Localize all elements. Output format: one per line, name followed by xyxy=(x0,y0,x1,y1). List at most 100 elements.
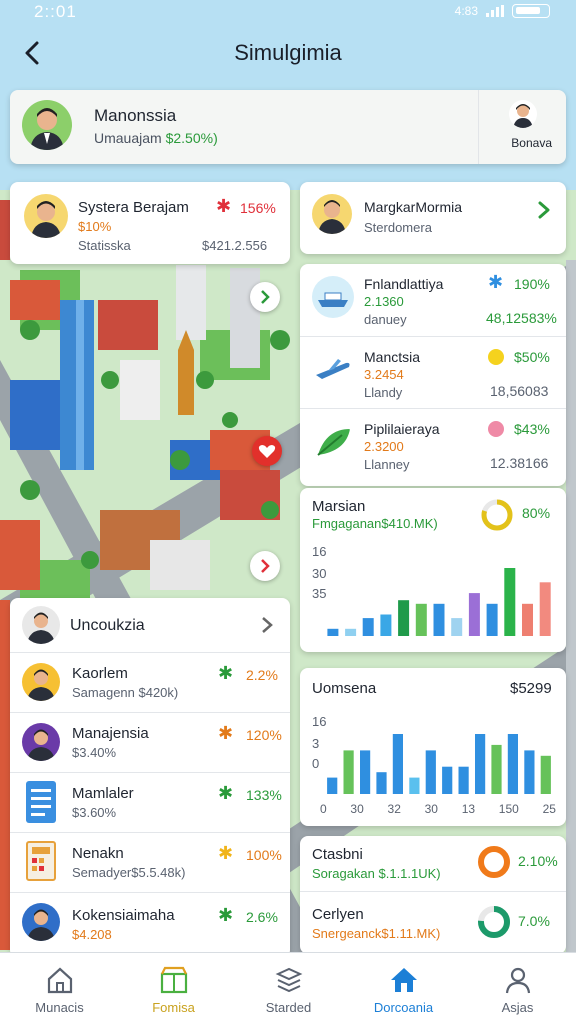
market-title: MargkarMormia xyxy=(364,199,463,215)
assets-card: Fnlandlattiya 2.1360 danuey ✱ 190% 48,12… xyxy=(300,264,566,486)
star-icon: ✱ xyxy=(488,272,504,292)
nav-item-profile[interactable]: Asjas xyxy=(460,953,575,1024)
chart-bar xyxy=(376,772,387,794)
x-tick-label: 32 xyxy=(387,802,401,816)
x-tick-label: 30 xyxy=(424,802,438,816)
side-avatar xyxy=(509,100,537,128)
asset-row[interactable]: Manctsia 3.2454 Llandy $50% 18,56083 xyxy=(300,336,566,408)
ring-row[interactable]: Cerlyen Snergeanck$1.11.MK) 7.0% xyxy=(300,892,566,954)
chart-bar xyxy=(475,734,486,794)
person-icon xyxy=(318,200,346,234)
progress-ring-icon xyxy=(481,499,513,531)
ring-value: 2.10% xyxy=(518,853,558,869)
ring-row[interactable]: Ctasbni Soragakan $.1.1.1UK) 2.10% xyxy=(300,836,566,892)
asset-row[interactable]: Piplilaieraya 2.3200 Llanney $43% 12.381… xyxy=(300,408,566,480)
heart-icon xyxy=(258,445,276,458)
ship-icon xyxy=(312,276,354,318)
list-item-name: Nenakn xyxy=(72,845,124,862)
profile-avatar xyxy=(22,100,72,150)
signal-icon xyxy=(486,5,504,17)
network-label: 4:83 xyxy=(454,4,478,18)
chart-title: Marsian xyxy=(312,498,366,515)
ring-sub: Soragakan $.1.1.1UK) xyxy=(312,866,441,881)
chart-bar xyxy=(360,750,371,794)
chart-bars xyxy=(327,568,551,636)
map-forward-button[interactable] xyxy=(250,551,280,581)
asset-amount: 12.38166 xyxy=(490,455,549,471)
profile-side-panel[interactable]: Bonava xyxy=(478,90,566,164)
chart-bars xyxy=(327,734,551,794)
profile-sub-label: Umauajam xyxy=(94,130,166,146)
star-icon: ✱ xyxy=(218,723,234,743)
list-item[interactable]: Kokensiaimaha $4.208 ✱ 2.6% xyxy=(10,892,290,952)
list-item[interactable]: Mamlaler $3.60% ✱ 133% xyxy=(10,772,290,832)
list-item[interactable]: Nenakn Semadyer$5.5.48k) ✱ 100% xyxy=(10,832,290,892)
leaf-icon xyxy=(312,421,354,463)
chart-bar xyxy=(343,750,354,794)
list-item-sub: Semadyer$5.5.48k) xyxy=(72,865,186,880)
list-title: Uncoukzia xyxy=(70,617,145,634)
chevron-right-icon xyxy=(262,617,273,633)
chart-bar xyxy=(433,603,445,636)
y-tick-label: 0 xyxy=(312,756,320,771)
profile-card[interactable]: Manonssia Umauajam $2.50%) Bonava xyxy=(10,90,566,164)
star-icon: ✱ xyxy=(218,905,234,925)
plane-icon xyxy=(312,349,354,391)
profile-name: Manonssia xyxy=(94,106,177,125)
nav-label: Munacis xyxy=(35,1000,84,1015)
list-item[interactable]: Manajensia $3.40% ✱ 120% xyxy=(10,712,290,772)
nav-item-home[interactable]: Munacis xyxy=(2,953,117,1024)
nav-item-layers[interactable]: Starded xyxy=(231,953,346,1024)
asset-title: Manctsia xyxy=(364,349,421,365)
system-avatar xyxy=(24,194,68,238)
chart-bar xyxy=(522,603,533,636)
list-item-name: Mamlaler xyxy=(72,785,134,802)
list-avatar xyxy=(22,606,60,644)
list-item-value: 100% xyxy=(246,847,282,863)
list-item[interactable]: Kaorlem Samagenn $420k) ✱ 2.2% xyxy=(10,652,290,712)
chart-bar xyxy=(486,603,498,636)
person-icon xyxy=(27,669,55,701)
list-item-name: Manajensia xyxy=(72,725,149,742)
ring-sub: Snergeanck$1.11.MK) xyxy=(312,926,441,941)
person-icon xyxy=(27,612,55,644)
marsian-chart-card: Marsian Fmgaganan$410.MK) 80% 16 30 35 xyxy=(300,488,566,652)
x-tick-label: 0 xyxy=(320,802,327,816)
list-item-sub: Samagenn $420k) xyxy=(72,685,179,700)
progress-ring-icon xyxy=(478,846,510,878)
chart-bar xyxy=(327,628,339,636)
asset-value: 2.3200 xyxy=(364,439,404,454)
system-card[interactable]: Systera Berajam ✱ 156% $10% Statisska $4… xyxy=(10,182,290,264)
chart-bar xyxy=(524,750,535,794)
nav-label: Starded xyxy=(265,1000,312,1015)
list-item-value: 2.2% xyxy=(246,667,278,683)
map-next-button[interactable] xyxy=(250,282,280,312)
asset-row[interactable]: Fnlandlattiya 2.1360 danuey ✱ 190% 48,12… xyxy=(300,264,566,336)
nav-item-store[interactable]: Fomisa xyxy=(116,953,231,1024)
system-change: 156% xyxy=(240,200,276,216)
map-alert-button[interactable] xyxy=(252,436,282,466)
profile-side-label: Bonava xyxy=(511,136,552,150)
list-header[interactable]: Uncoukzia xyxy=(10,598,290,652)
chevron-right-icon xyxy=(261,559,270,573)
chart-bar xyxy=(392,734,403,794)
chevron-right-icon xyxy=(261,290,270,304)
x-tick-label: 150 xyxy=(498,802,519,816)
ring-title: Cerlyen xyxy=(312,906,364,923)
document-icon xyxy=(26,781,56,823)
nav-item-city[interactable]: Dorcoania xyxy=(346,953,461,1024)
chart-bar xyxy=(458,766,469,794)
status-indicators: 4:83 xyxy=(455,4,550,18)
chart-bar xyxy=(345,628,357,636)
x-tick-label: 30 xyxy=(350,802,364,816)
x-axis-ticks: 0 30 32 30 13 150 25 xyxy=(320,802,556,816)
market-card[interactable]: MargkarMormia Sterdomera xyxy=(300,182,566,254)
person-icon xyxy=(31,201,61,238)
asset-title: Piplilaieraya xyxy=(364,421,440,437)
list-avatar xyxy=(22,903,60,941)
person-icon xyxy=(505,967,531,994)
chevron-right-icon[interactable] xyxy=(536,200,552,220)
chart-bar xyxy=(409,777,420,794)
list-item-sub: $3.60% xyxy=(72,805,117,820)
asset-change: 190% xyxy=(514,276,550,292)
